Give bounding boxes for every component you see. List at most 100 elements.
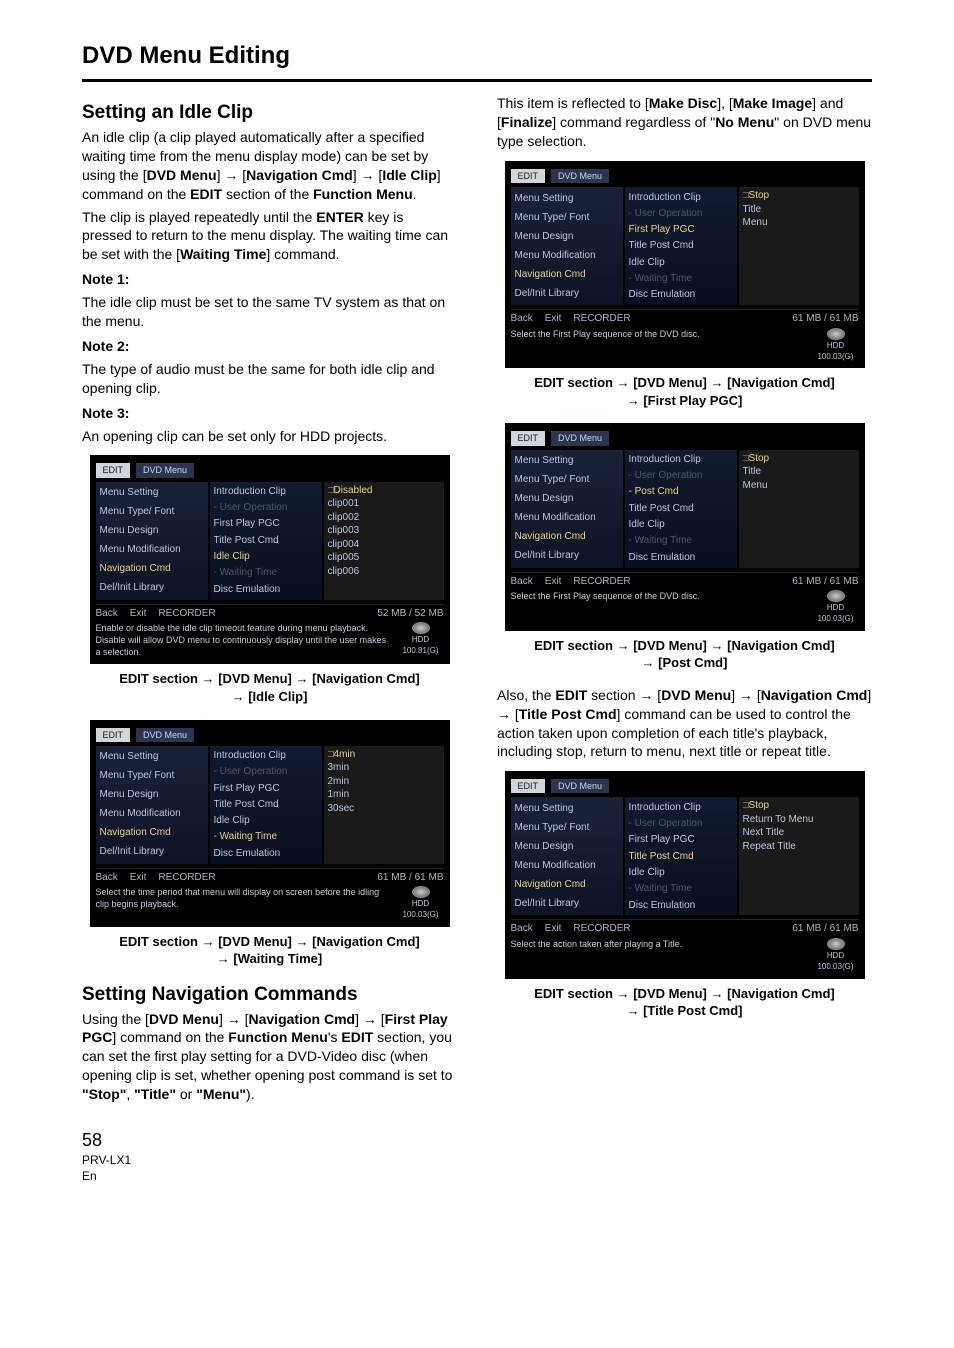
p1-row[interactable]: Menu Type/ Font [515, 821, 619, 835]
p1-row[interactable]: Menu Setting [100, 486, 204, 500]
p1-row[interactable]: Navigation Cmd [100, 826, 204, 840]
p3-row[interactable]: Menu [743, 479, 855, 493]
p3-row[interactable]: Repeat Title [743, 840, 855, 854]
p2-row[interactable]: - User Operation [629, 469, 733, 483]
p2-row[interactable]: Introduction Clip [214, 749, 318, 763]
p2-row[interactable]: - Waiting Time [629, 534, 733, 548]
back-button[interactable]: Back [96, 607, 118, 621]
p2-row[interactable]: Disc Emulation [629, 288, 733, 302]
p2-row[interactable]: Disc Emulation [214, 847, 318, 861]
p1-row[interactable]: Menu Modification [100, 543, 204, 557]
back-button[interactable]: Back [511, 312, 533, 326]
p2-row[interactable]: - Waiting Time [629, 882, 733, 896]
p3-row[interactable]: □Stop [743, 452, 855, 466]
p3-row[interactable]: 1min [328, 788, 440, 802]
exit-button[interactable]: Exit [545, 312, 562, 326]
p3-row[interactable]: Next Title [743, 826, 855, 840]
p2-row[interactable]: Idle Clip [629, 866, 733, 880]
p2-row[interactable]: Disc Emulation [629, 899, 733, 913]
tab-edit[interactable]: EDIT [511, 779, 546, 793]
tab-dvd-menu[interactable]: DVD Menu [551, 431, 609, 445]
p2-row[interactable]: - User Operation [214, 765, 318, 779]
p3-row[interactable]: 2min [328, 775, 440, 789]
p1-row[interactable]: Del/Init Library [515, 287, 619, 301]
p2-row[interactable]: First Play PGC [214, 517, 318, 531]
p1-row[interactable]: Navigation Cmd [515, 530, 619, 544]
p3-row[interactable]: □Stop [743, 799, 855, 813]
p1-row[interactable]: Menu Design [100, 788, 204, 802]
p1-row[interactable]: Menu Type/ Font [100, 505, 204, 519]
p1-row[interactable]: Menu Setting [100, 750, 204, 764]
p2-row[interactable]: Idle Clip [214, 814, 318, 828]
p3-row[interactable]: clip004 [328, 538, 440, 552]
p3-row[interactable]: clip003 [328, 524, 440, 538]
p2-row[interactable]: Title Post Cmd [214, 798, 318, 812]
tab-edit[interactable]: EDIT [96, 728, 131, 742]
p1-row[interactable]: Del/Init Library [100, 581, 204, 595]
exit-button[interactable]: Exit [545, 575, 562, 589]
p1-row[interactable]: Menu Type/ Font [515, 211, 619, 225]
p2-row[interactable]: - User Operation [214, 501, 318, 515]
exit-button[interactable]: Exit [130, 871, 147, 885]
p2-row[interactable]: - User Operation [629, 817, 733, 831]
tab-edit[interactable]: EDIT [96, 463, 131, 477]
p1-row[interactable]: Menu Modification [515, 249, 619, 263]
p2-row[interactable]: - Waiting Time [214, 566, 318, 580]
p1-row[interactable]: Menu Setting [515, 192, 619, 206]
p1-row[interactable]: Menu Setting [515, 454, 619, 468]
tab-dvd-menu[interactable]: DVD Menu [551, 169, 609, 183]
p3-row[interactable]: 30sec [328, 802, 440, 816]
p1-row[interactable]: Del/Init Library [515, 549, 619, 563]
p2-row[interactable]: - Waiting Time [629, 272, 733, 286]
p2-row[interactable]: Title Post Cmd [214, 534, 318, 548]
p3-row[interactable]: Menu [743, 216, 855, 230]
p1-row[interactable]: Menu Design [515, 230, 619, 244]
p1-row[interactable]: Del/Init Library [100, 845, 204, 859]
p2-row[interactable]: - User Operation [629, 207, 733, 221]
p1-row[interactable]: Del/Init Library [515, 897, 619, 911]
tab-edit[interactable]: EDIT [511, 431, 546, 445]
tab-dvd-menu[interactable]: DVD Menu [136, 463, 194, 477]
p3-row[interactable]: Title [743, 203, 855, 217]
p1-row[interactable]: Menu Setting [515, 802, 619, 816]
back-button[interactable]: Back [96, 871, 118, 885]
p2-row[interactable]: Introduction Clip [629, 453, 733, 467]
p1-row[interactable]: Menu Modification [515, 859, 619, 873]
p2-row[interactable]: Idle Clip [629, 518, 733, 532]
p2-row[interactable]: Introduction Clip [629, 191, 733, 205]
p2-row[interactable]: First Play PGC [629, 833, 733, 847]
tab-dvd-menu[interactable]: DVD Menu [551, 779, 609, 793]
p2-row[interactable]: First Play PGC [629, 223, 733, 237]
p3-row[interactable]: □4min [328, 748, 440, 762]
p2-row[interactable]: Introduction Clip [629, 801, 733, 815]
p1-row[interactable]: Menu Type/ Font [100, 769, 204, 783]
p2-row[interactable]: - Waiting Time [214, 830, 318, 844]
exit-button[interactable]: Exit [545, 922, 562, 936]
p3-row[interactable]: □Stop [743, 189, 855, 203]
p2-row[interactable]: - Post Cmd [629, 485, 733, 499]
tab-edit[interactable]: EDIT [511, 169, 546, 183]
p3-row[interactable]: □Disabled [328, 484, 440, 498]
p2-row[interactable]: Disc Emulation [629, 551, 733, 565]
p2-row[interactable]: Idle Clip [629, 256, 733, 270]
p2-row[interactable]: Title Post Cmd [629, 239, 733, 253]
p2-row[interactable]: First Play PGC [214, 782, 318, 796]
p1-row[interactable]: Navigation Cmd [100, 562, 204, 576]
p2-row[interactable]: Disc Emulation [214, 583, 318, 597]
p2-row[interactable]: Idle Clip [214, 550, 318, 564]
p1-row[interactable]: Menu Design [515, 840, 619, 854]
exit-button[interactable]: Exit [130, 607, 147, 621]
p3-row[interactable]: Return To Menu [743, 813, 855, 827]
p3-row[interactable]: clip002 [328, 511, 440, 525]
p2-row[interactable]: Introduction Clip [214, 485, 318, 499]
p3-row[interactable]: 3min [328, 761, 440, 775]
p1-row[interactable]: Navigation Cmd [515, 878, 619, 892]
back-button[interactable]: Back [511, 922, 533, 936]
p2-row[interactable]: Title Post Cmd [629, 850, 733, 864]
p3-row[interactable]: clip001 [328, 497, 440, 511]
p1-row[interactable]: Menu Modification [100, 807, 204, 821]
p3-row[interactable]: clip006 [328, 565, 440, 579]
p1-row[interactable]: Menu Modification [515, 511, 619, 525]
p1-row[interactable]: Menu Type/ Font [515, 473, 619, 487]
p1-row[interactable]: Menu Design [100, 524, 204, 538]
